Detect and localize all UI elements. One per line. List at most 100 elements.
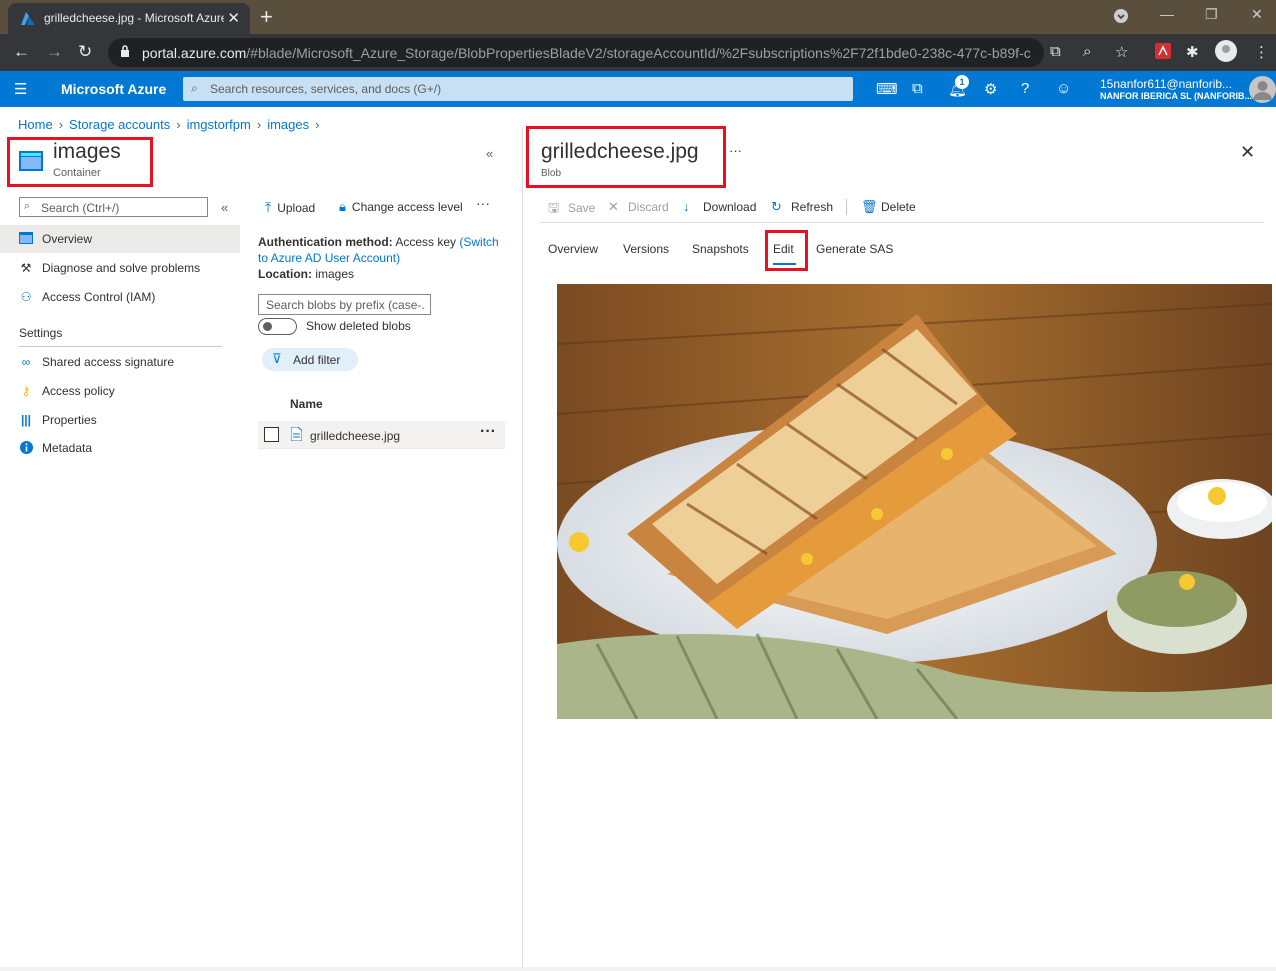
- breadcrumb-storage-accounts[interactable]: Storage accounts: [69, 117, 170, 132]
- menu-item-overview[interactable]: Overview: [0, 225, 240, 253]
- row-more-icon[interactable]: ···: [480, 423, 496, 441]
- settings-gear-icon[interactable]: ⚙: [984, 80, 997, 98]
- tab-overview[interactable]: Overview: [548, 242, 598, 256]
- menu-item-properties[interactable]: ||| Properties: [0, 406, 240, 434]
- close-tab-icon[interactable]: ✕: [227, 9, 240, 27]
- filter-add-icon: ⊽: [272, 351, 282, 366]
- close-blade-icon[interactable]: ✕: [1240, 142, 1255, 163]
- menu-search-input[interactable]: ⌕ Search (Ctrl+/): [19, 197, 208, 217]
- back-icon[interactable]: ←: [13, 42, 30, 62]
- highlight-box: [7, 137, 153, 187]
- add-filter-button[interactable]: ⊽ Add filter: [262, 348, 358, 371]
- delete-button[interactable]: 🗑︎ Delete: [861, 199, 916, 215]
- account-avatar[interactable]: [1249, 76, 1276, 103]
- restore-icon[interactable]: ❐: [1205, 6, 1218, 23]
- blob-name[interactable]: grilledcheese.jpg: [310, 429, 400, 443]
- blob-prefix-search-input[interactable]: Search blobs by prefix (case-...: [258, 294, 431, 315]
- menu-item-label: Access policy: [42, 384, 115, 398]
- lock-icon: [121, 45, 129, 57]
- blob-more-icon[interactable]: ···: [729, 143, 742, 158]
- download-label: Download: [703, 200, 757, 214]
- azure-brand[interactable]: Microsoft Azure: [61, 81, 166, 97]
- breadcrumb-storage-account[interactable]: imgstorfpm: [187, 117, 251, 132]
- feedback-smiley-icon[interactable]: ☺: [1056, 80, 1071, 97]
- tab-generate-sas[interactable]: Generate SAS: [816, 242, 893, 256]
- change-access-level-button[interactable]: 🔒︎ Change access level: [339, 199, 463, 215]
- menu-item-label: Shared access signature: [42, 355, 175, 369]
- translate-icon[interactable]: ⧉: [1050, 43, 1061, 60]
- discard-button[interactable]: ✕ Discard: [608, 199, 669, 215]
- upload-button[interactable]: ⤒ Upload: [265, 199, 315, 216]
- forward-icon[interactable]: →: [46, 42, 63, 62]
- collapse-blade-icon[interactable]: «: [486, 146, 493, 161]
- overview-icon: [19, 232, 33, 246]
- upload-label: Upload: [277, 201, 316, 215]
- download-button[interactable]: ↓ Download: [683, 199, 756, 214]
- zoom-icon[interactable]: ⌕: [1083, 43, 1091, 60]
- window-close-icon[interactable]: ✕: [1251, 6, 1263, 23]
- auth-info: Authentication method: Access key (Switc…: [258, 234, 508, 282]
- menu-item-label: Diagnose and solve problems: [42, 261, 201, 275]
- location-value: images: [315, 267, 355, 281]
- highlight-box: [765, 230, 808, 271]
- azure-favicon-icon: [21, 12, 35, 25]
- breadcrumb: Home › Storage accounts › imgstorfpm › images ›: [18, 117, 325, 132]
- bookmark-star-icon[interactable]: ☆: [1115, 43, 1128, 61]
- portal-menu-icon[interactable]: ☰: [14, 80, 27, 98]
- extensions-icon[interactable]: ✱: [1186, 43, 1199, 61]
- table-row[interactable]: grilledcheese.jpg ···: [258, 421, 505, 449]
- pdf-extension-icon[interactable]: [1155, 43, 1171, 63]
- show-deleted-toggle[interactable]: [258, 318, 297, 335]
- auth-method-label: Authentication method:: [258, 235, 393, 249]
- menu-item-metadata[interactable]: Metadata: [0, 434, 240, 462]
- toggle-knob: [263, 322, 272, 331]
- new-tab-icon[interactable]: +: [260, 4, 273, 30]
- chevron-right-icon: ›: [58, 117, 64, 132]
- help-icon[interactable]: ?: [1021, 80, 1029, 97]
- cloud-shell-icon[interactable]: ⌨: [876, 80, 898, 98]
- name-column-header[interactable]: Name: [290, 397, 323, 411]
- search-icon: ⌕: [24, 200, 31, 212]
- breadcrumb-container[interactable]: images: [267, 117, 309, 132]
- menu-item-access-policy[interactable]: ⚷ Access policy: [0, 377, 240, 405]
- row-checkbox[interactable]: [264, 427, 279, 442]
- profile-dropdown-icon[interactable]: [1113, 8, 1129, 27]
- info-icon: [19, 441, 33, 455]
- discard-icon: ✕: [608, 199, 619, 214]
- toolbar-separator: [846, 199, 847, 215]
- reload-icon[interactable]: ↻: [78, 42, 92, 62]
- tab-snapshots[interactable]: Snapshots: [692, 242, 749, 256]
- profile-avatar-icon[interactable]: [1215, 40, 1237, 66]
- browser-tab-bar: grilledcheese.jpg - Microsoft Azure ✕ + …: [0, 0, 1276, 34]
- menu-item-iam[interactable]: ⚇ Access Control (IAM): [0, 283, 240, 311]
- highlight-box: [526, 126, 726, 188]
- minimize-icon[interactable]: —: [1160, 6, 1174, 22]
- browser-tab[interactable]: grilledcheese.jpg - Microsoft Azure ✕: [8, 3, 250, 34]
- collapse-menu-icon[interactable]: «: [221, 200, 228, 215]
- link-icon: ∞: [21, 355, 31, 369]
- toolbar-divider: [540, 222, 1264, 223]
- browser-menu-icon[interactable]: ⋮: [1254, 43, 1269, 61]
- discard-label: Discard: [628, 200, 669, 214]
- refresh-button[interactable]: ↻ Refresh: [771, 199, 833, 215]
- more-actions-icon[interactable]: ···: [476, 195, 490, 211]
- properties-icon: |||: [20, 413, 32, 427]
- menu-search-placeholder: Search (Ctrl+/): [41, 201, 120, 215]
- save-button[interactable]: 🖫︎ Save: [548, 199, 595, 221]
- wrench-icon: ⚒: [20, 261, 32, 275]
- address-bar[interactable]: portal.azure.com/#blade/Microsoft_Azure_…: [108, 38, 1044, 67]
- blade-divider: [522, 127, 523, 971]
- directory-filter-icon[interactable]: ⧉: [912, 80, 923, 97]
- add-filter-label: Add filter: [293, 353, 341, 367]
- blob-image-preview: [557, 284, 1272, 719]
- refresh-label: Refresh: [791, 200, 834, 214]
- browser-tab-title: grilledcheese.jpg - Microsoft Azure: [44, 11, 224, 25]
- file-icon: [291, 427, 302, 441]
- menu-item-sas[interactable]: ∞ Shared access signature: [0, 348, 240, 376]
- account-info[interactable]: 15nanfor611@nanforib... NANFOR IBERICA S…: [1100, 77, 1252, 101]
- tab-versions[interactable]: Versions: [623, 242, 669, 256]
- chevron-right-icon: ›: [256, 117, 262, 132]
- breadcrumb-home[interactable]: Home: [18, 117, 53, 132]
- menu-item-diagnose[interactable]: ⚒ Diagnose and solve problems: [0, 254, 240, 282]
- global-search-input[interactable]: ⌕ Search resources, services, and docs (…: [183, 77, 853, 101]
